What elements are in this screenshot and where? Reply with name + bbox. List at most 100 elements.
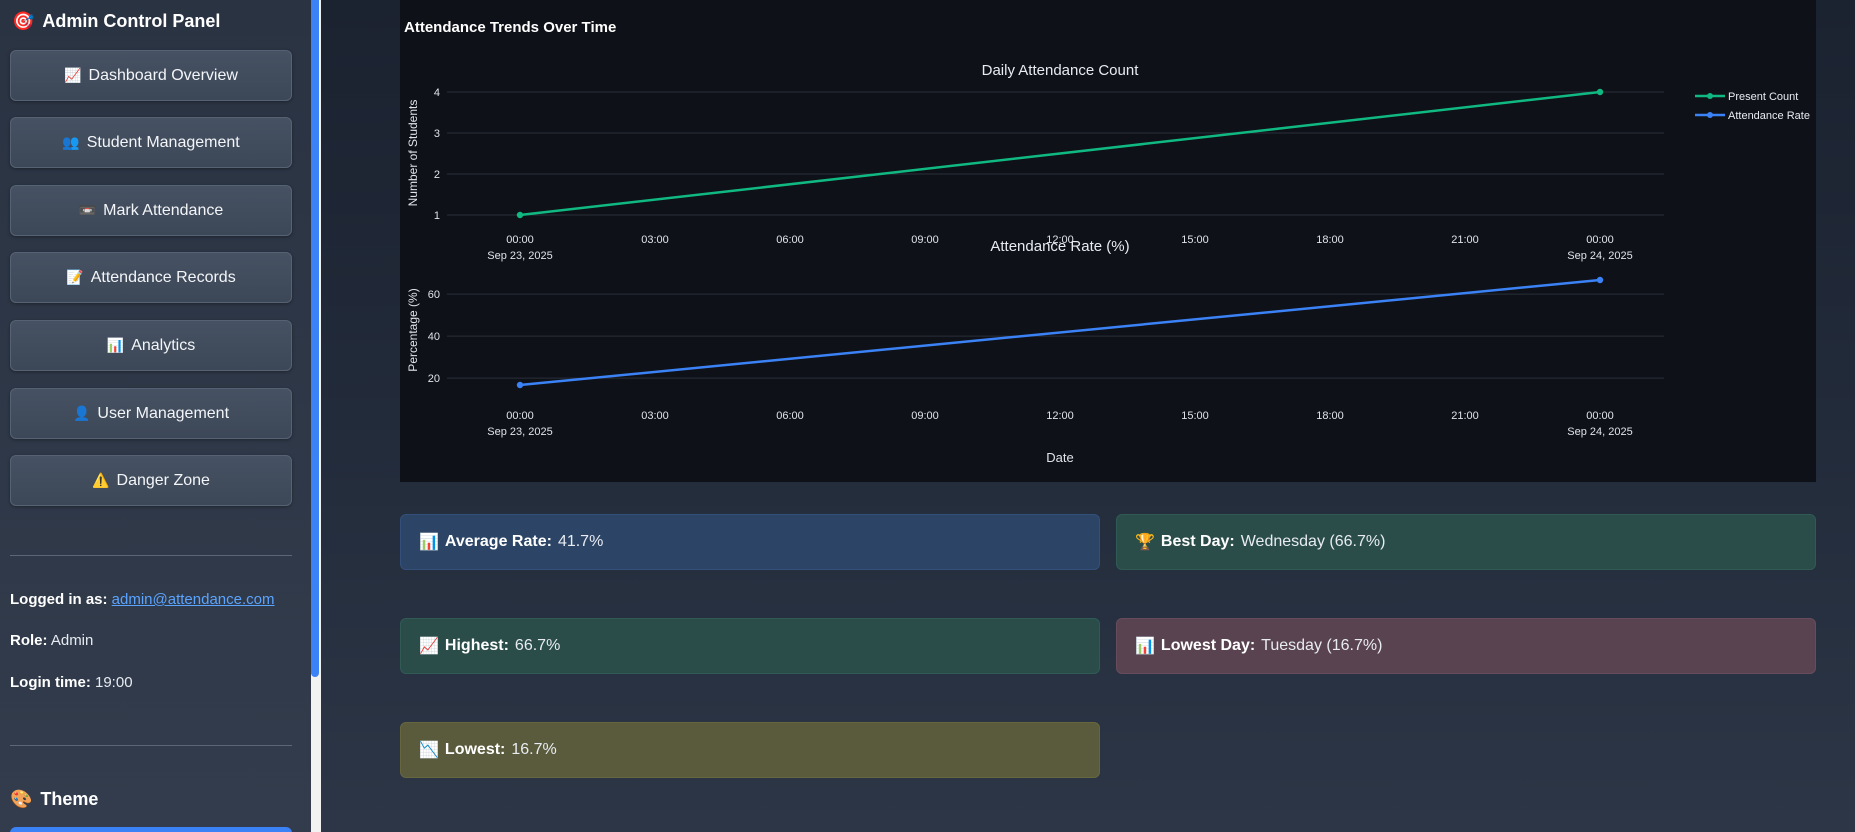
role-info: Role: Admin: [10, 632, 93, 649]
nav-label: Analytics: [131, 336, 196, 354]
admin-email-link[interactable]: admin@attendance.com: [112, 591, 275, 608]
series-line: [519, 278, 1601, 387]
bar-chart-icon: 📊: [106, 337, 125, 353]
theme-select[interactable]: [10, 827, 292, 832]
x-tick-label: 09:00: [911, 234, 939, 246]
lowest-card: 📉 Lowest: 16.7%: [400, 722, 1100, 778]
nav-label: User Management: [97, 404, 230, 422]
x-tick-date-label: Sep 24, 2025: [1567, 250, 1632, 262]
role-label: Role:: [10, 632, 48, 649]
stat-label: Best Day:: [1160, 533, 1235, 550]
x-tick-label: 18:00: [1316, 410, 1344, 422]
chart-title: Attendance Trends Over Time: [404, 19, 616, 36]
theme-heading: 🎨 Theme: [10, 789, 98, 810]
legend-entry: Attendance Rate: [1728, 110, 1810, 122]
x-tick-label: 00:00: [1586, 234, 1614, 246]
x-tick-label: 00:00: [506, 234, 534, 246]
x-tick-label: 06:00: [776, 234, 804, 246]
stat-label: Lowest Day:: [1160, 637, 1256, 654]
stat-value: Wednesday (66.7%): [1240, 533, 1386, 550]
chart-up-icon: 📈: [419, 638, 439, 655]
x-tick-label: 18:00: [1316, 234, 1344, 246]
y-tick-label: 3: [434, 128, 440, 140]
chart-up-icon: 📈: [64, 67, 82, 83]
x-tick-date-label: Sep 24, 2025: [1567, 426, 1632, 438]
data-point: [1596, 276, 1604, 284]
login-time-label: Login time:: [10, 674, 91, 691]
x-tick-label: 21:00: [1451, 234, 1479, 246]
y-tick-label: 60: [428, 289, 440, 301]
stat-value: 41.7%: [557, 533, 604, 550]
people-icon: 👥: [62, 134, 80, 150]
attendance-records-button[interactable]: 📝 Attendance Records: [10, 252, 292, 303]
x-tick-label: 00:00: [1586, 410, 1614, 422]
legend-entry: Present Count: [1728, 91, 1798, 103]
x-axis-label: Date: [1046, 450, 1073, 465]
chart-svg: Attendance Trends Over Time 1 2 3 4 Daily At…: [404, 19, 1810, 465]
best-day-card: 🏆 Best Day: Wednesday (66.7%): [1116, 514, 1816, 570]
palette-icon: 🎨: [10, 789, 33, 809]
user-icon: 👤: [72, 405, 91, 421]
theme-label: Theme: [40, 789, 99, 809]
nav-label: Dashboard Overview: [88, 66, 238, 84]
subplot-title: Attendance Rate (%): [990, 238, 1129, 255]
stat-label: Average Rate:: [444, 533, 552, 550]
memo-icon: 📝: [66, 269, 84, 285]
logged-in-info: Logged in as: admin@attendance.com: [10, 591, 275, 608]
videocassette-icon: 📼: [78, 202, 97, 218]
trophy-icon: 🏆: [1135, 534, 1155, 551]
nav-label: Student Management: [86, 133, 240, 151]
sidebar-divider: [10, 745, 292, 746]
stat-value: 66.7%: [514, 637, 561, 654]
series-line: [519, 90, 1601, 217]
y-tick-label: 40: [428, 331, 440, 343]
nav-label: Attendance Records: [90, 268, 236, 286]
analytics-button[interactable]: 📊 Analytics: [10, 320, 292, 371]
user-management-button[interactable]: 👤 User Management: [10, 388, 292, 439]
lowest-day-card: 📊 Lowest Day: Tuesday (16.7%): [1116, 618, 1816, 674]
x-tick-label: 15:00: [1181, 410, 1209, 422]
nav-label: Danger Zone: [116, 471, 210, 489]
stat-value: 16.7%: [511, 741, 557, 758]
legend-marker: [1707, 112, 1713, 118]
x-tick-label: 12:00: [1046, 410, 1074, 422]
sidebar-title-text: Admin Control Panel: [42, 11, 221, 31]
x-tick-label: 06:00: [776, 410, 804, 422]
logged-in-label: Logged in as:: [10, 591, 108, 608]
x-tick-label: 09:00: [911, 410, 939, 422]
sidebar-scrollbar[interactable]: [311, 0, 319, 677]
x-tick-label: 15:00: [1181, 234, 1209, 246]
sidebar-divider: [10, 555, 292, 556]
x-tick-label: 21:00: [1451, 410, 1479, 422]
mark-attendance-button[interactable]: 📼 Mark Attendance: [10, 185, 292, 236]
role-value: Admin: [50, 632, 94, 649]
y-tick-label: 20: [428, 373, 440, 385]
stat-label: Lowest:: [444, 741, 506, 758]
danger-zone-button[interactable]: ⚠️ Danger Zone: [10, 455, 292, 506]
x-tick-label: 03:00: [641, 410, 669, 422]
data-point: [1596, 88, 1604, 96]
y-axis-label: Number of Students: [406, 100, 420, 207]
y-tick-label: 4: [434, 87, 440, 99]
x-tick-label: 03:00: [641, 234, 669, 246]
target-icon: 🎯: [12, 11, 35, 31]
student-management-button[interactable]: 👥 Student Management: [10, 117, 292, 168]
stat-label: Highest:: [444, 637, 509, 654]
login-time-value: 19:00: [95, 674, 133, 691]
sidebar-title: 🎯 Admin Control Panel: [12, 11, 220, 32]
average-rate-card: 📊 Average Rate: 41.7%: [400, 514, 1100, 570]
x-tick-date-label: Sep 23, 2025: [487, 426, 552, 438]
x-tick-date-label: Sep 23, 2025: [487, 250, 552, 262]
subplot-title: Daily Attendance Count: [982, 62, 1140, 79]
sidebar: 🎯 Admin Control Panel 📈 Dashboard Overvi…: [0, 0, 311, 832]
attendance-trends-chart: Attendance Trends Over Time 1 2 3 4 Daily At…: [400, 0, 1816, 482]
login-time-info: Login time: 19:00: [10, 674, 133, 691]
nav-label: Mark Attendance: [103, 201, 224, 219]
bar-chart-icon: 📊: [419, 534, 439, 551]
data-point: [516, 211, 524, 219]
dashboard-overview-button[interactable]: 📈 Dashboard Overview: [10, 50, 292, 101]
y-axis-label: Percentage (%): [406, 288, 420, 371]
highest-card: 📈 Highest: 66.7%: [400, 618, 1100, 674]
y-tick-label: 1: [434, 210, 440, 222]
warning-icon: ⚠️: [92, 472, 110, 488]
